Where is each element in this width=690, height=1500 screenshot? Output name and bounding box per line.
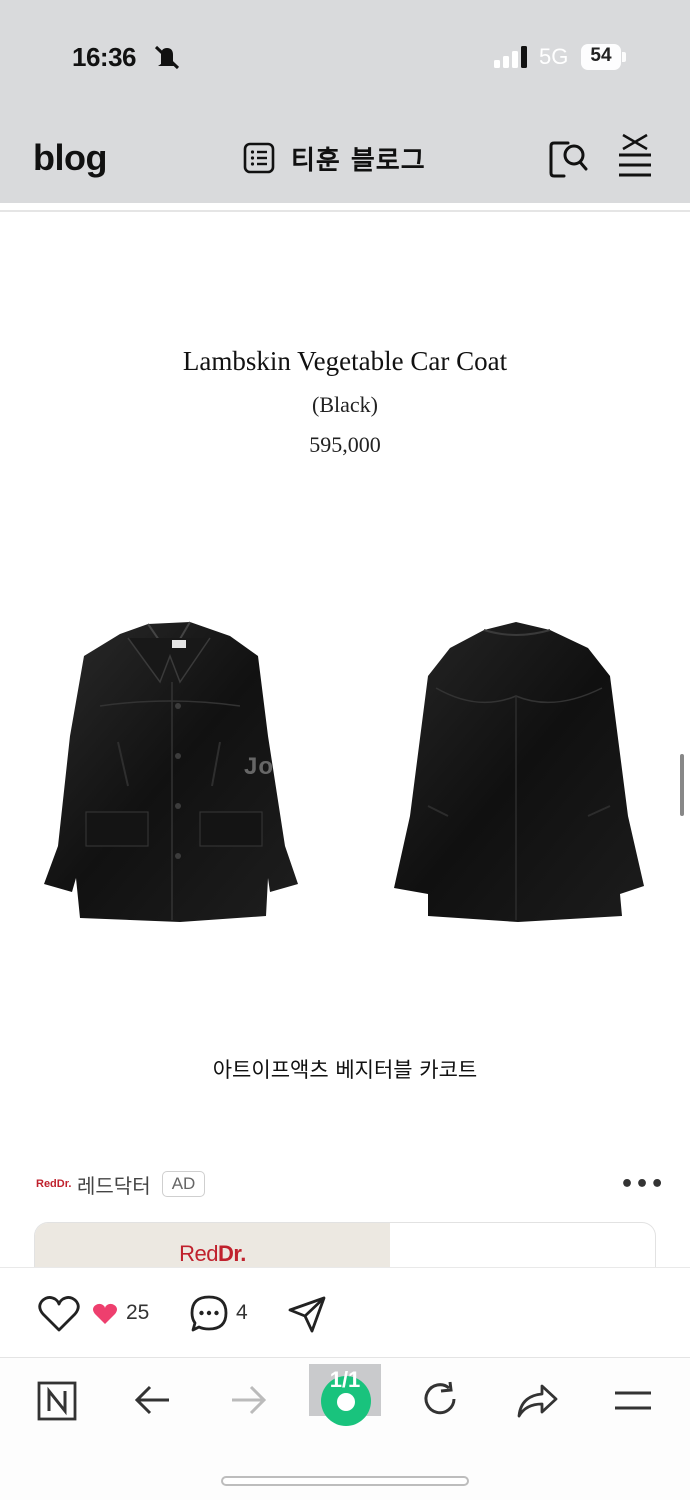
naver-home-icon[interactable] bbox=[37, 1381, 77, 1421]
product-title: Lambskin Vegetable Car Coat bbox=[182, 346, 508, 376]
reload-icon[interactable] bbox=[421, 1379, 461, 1419]
ad-card-brand: RedDr. bbox=[35, 1241, 390, 1267]
advertiser-logo[interactable]: RedDr. bbox=[36, 1178, 71, 1190]
comment-button[interactable] bbox=[189, 1294, 229, 1334]
heart-filled-icon bbox=[93, 1303, 117, 1324]
ad-more-button[interactable]: ••• bbox=[620, 1172, 665, 1197]
blog-title-link[interactable]: 티훈 블로그 bbox=[243, 140, 426, 176]
battery-level: 54 bbox=[590, 45, 612, 66]
blog-title: 티훈 블로그 bbox=[291, 145, 426, 176]
like-count[interactable]: 25 bbox=[126, 1301, 149, 1325]
list-icon bbox=[243, 142, 275, 174]
ad-card-brand-bold: Dr. bbox=[218, 1241, 246, 1266]
network-label: 5G bbox=[539, 44, 569, 69]
product-price: 595,000 bbox=[309, 432, 381, 457]
tab-count: 1/1 bbox=[329, 1367, 361, 1392]
menu-icon[interactable] bbox=[617, 133, 653, 177]
bell-muted-icon bbox=[154, 45, 180, 70]
home-indicator[interactable] bbox=[221, 1476, 469, 1486]
send-icon[interactable] bbox=[287, 1295, 327, 1333]
search-icon[interactable] bbox=[548, 139, 588, 179]
ad-badge: AD bbox=[162, 1171, 205, 1197]
product-caption: 아트이프액츠 베지터블 카코트 bbox=[212, 1058, 478, 1082]
product-color: (Black) bbox=[312, 392, 378, 417]
advertiser-name[interactable]: 레드닥터 bbox=[77, 1170, 151, 1199]
forward-arrow-icon[interactable] bbox=[228, 1382, 268, 1418]
top-chrome: 16:36 5G 54 blog 티훈 블로그 bbox=[0, 0, 690, 203]
blog-logo[interactable]: blog bbox=[33, 137, 107, 179]
reaction-bar: 25 4 bbox=[0, 1267, 690, 1357]
scrollbar-thumb[interactable] bbox=[680, 754, 684, 816]
coat-back-image[interactable] bbox=[388, 616, 650, 926]
battery-icon: 54 bbox=[581, 44, 627, 70]
hamburger-menu-icon[interactable] bbox=[613, 1386, 653, 1416]
ad-card-brand-red: Red bbox=[179, 1241, 218, 1266]
comment-count[interactable]: 4 bbox=[236, 1301, 248, 1325]
image-watermark: Jo ara bbox=[244, 753, 321, 780]
share-icon[interactable] bbox=[516, 1380, 558, 1420]
header-divider bbox=[0, 210, 690, 212]
signal-icon bbox=[494, 46, 527, 68]
like-button[interactable] bbox=[37, 1295, 81, 1333]
back-arrow-icon[interactable] bbox=[133, 1382, 173, 1418]
status-time: 16:36 bbox=[72, 42, 137, 72]
